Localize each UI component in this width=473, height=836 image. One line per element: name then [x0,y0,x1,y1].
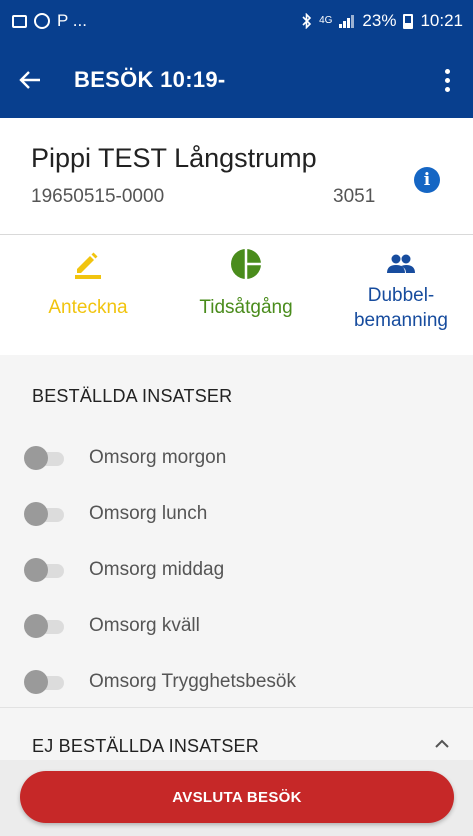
patient-name: Pippi TEST Långstrump [31,143,317,173]
back-button[interactable] [0,42,56,118]
end-visit-button[interactable]: AVSLUTA BESÖK [20,771,454,823]
list-item[interactable]: Omsorg lunch [0,486,473,542]
patient-code: 3051 [333,186,376,207]
more-options-button[interactable] [429,60,465,100]
page-title: BESÖK 10:19- [74,67,226,92]
pie-chart-icon [230,249,262,279]
toggle-switch[interactable] [24,445,66,471]
signal-icon [339,15,355,28]
note-button[interactable]: Anteckna [28,235,148,355]
network-type: 4G [319,15,333,26]
app-bar: BESÖK 10:19- [0,42,473,118]
toggle-switch[interactable] [24,501,66,527]
sync-icon [34,13,50,29]
unordered-section-title[interactable]: EJ BESTÄLLDA INSATSER [32,736,259,757]
toggle-switch[interactable] [24,669,66,695]
list-item-label: Omsorg Trygghetsbesök [89,671,296,692]
battery-percent: 23% [362,11,397,30]
list-item-label: Omsorg middag [89,559,225,580]
time-spent-label: Tidsåtgång [199,297,293,318]
clock: 10:21 [420,11,463,30]
chevron-up-icon[interactable] [434,738,450,750]
list-item[interactable]: Omsorg kväll [0,598,473,654]
status-right: 4G 23% 10:21 [302,11,463,31]
divider [0,707,473,708]
status-bar: P ... 4G 23% 10:21 [0,0,473,42]
info-icon: i [423,170,431,190]
double-staffing-label: Dubbel- bemanning [353,285,449,331]
status-left: P ... [12,11,87,31]
double-staffing-button[interactable]: Dubbel- bemanning [335,235,467,355]
people-icon [386,249,416,279]
patient-card: Pippi TEST Långstrump 19650515-0000 3051… [0,118,473,235]
toggle-switch[interactable] [24,557,66,583]
list-item-label: Omsorg lunch [89,503,208,524]
carrier-text: P ... [57,11,87,30]
info-button[interactable]: i [414,167,440,193]
list-item-label: Omsorg morgon [89,447,227,468]
image-icon [12,14,27,28]
time-spent-button[interactable]: Tidsåtgång [176,235,316,355]
toggle-switch[interactable] [24,613,66,639]
list-item-label: Omsorg kväll [89,615,200,636]
more-vert-icon [444,68,450,74]
battery-icon [403,13,414,29]
list-item[interactable]: Omsorg Trygghetsbesök [0,654,473,710]
pencil-icon [71,249,105,279]
patient-personal-number: 19650515-0000 [31,186,165,207]
arrow-left-icon [19,71,40,89]
list-item[interactable]: Omsorg morgon [0,430,473,486]
note-label: Anteckna [48,297,128,318]
bluetooth-icon [302,13,312,29]
ordered-section-title: BESTÄLLDA INSATSER [32,386,233,406]
action-row: Anteckna Tidsåtgång Dubbel- bemanning [0,235,473,355]
list-item[interactable]: Omsorg middag [0,542,473,598]
